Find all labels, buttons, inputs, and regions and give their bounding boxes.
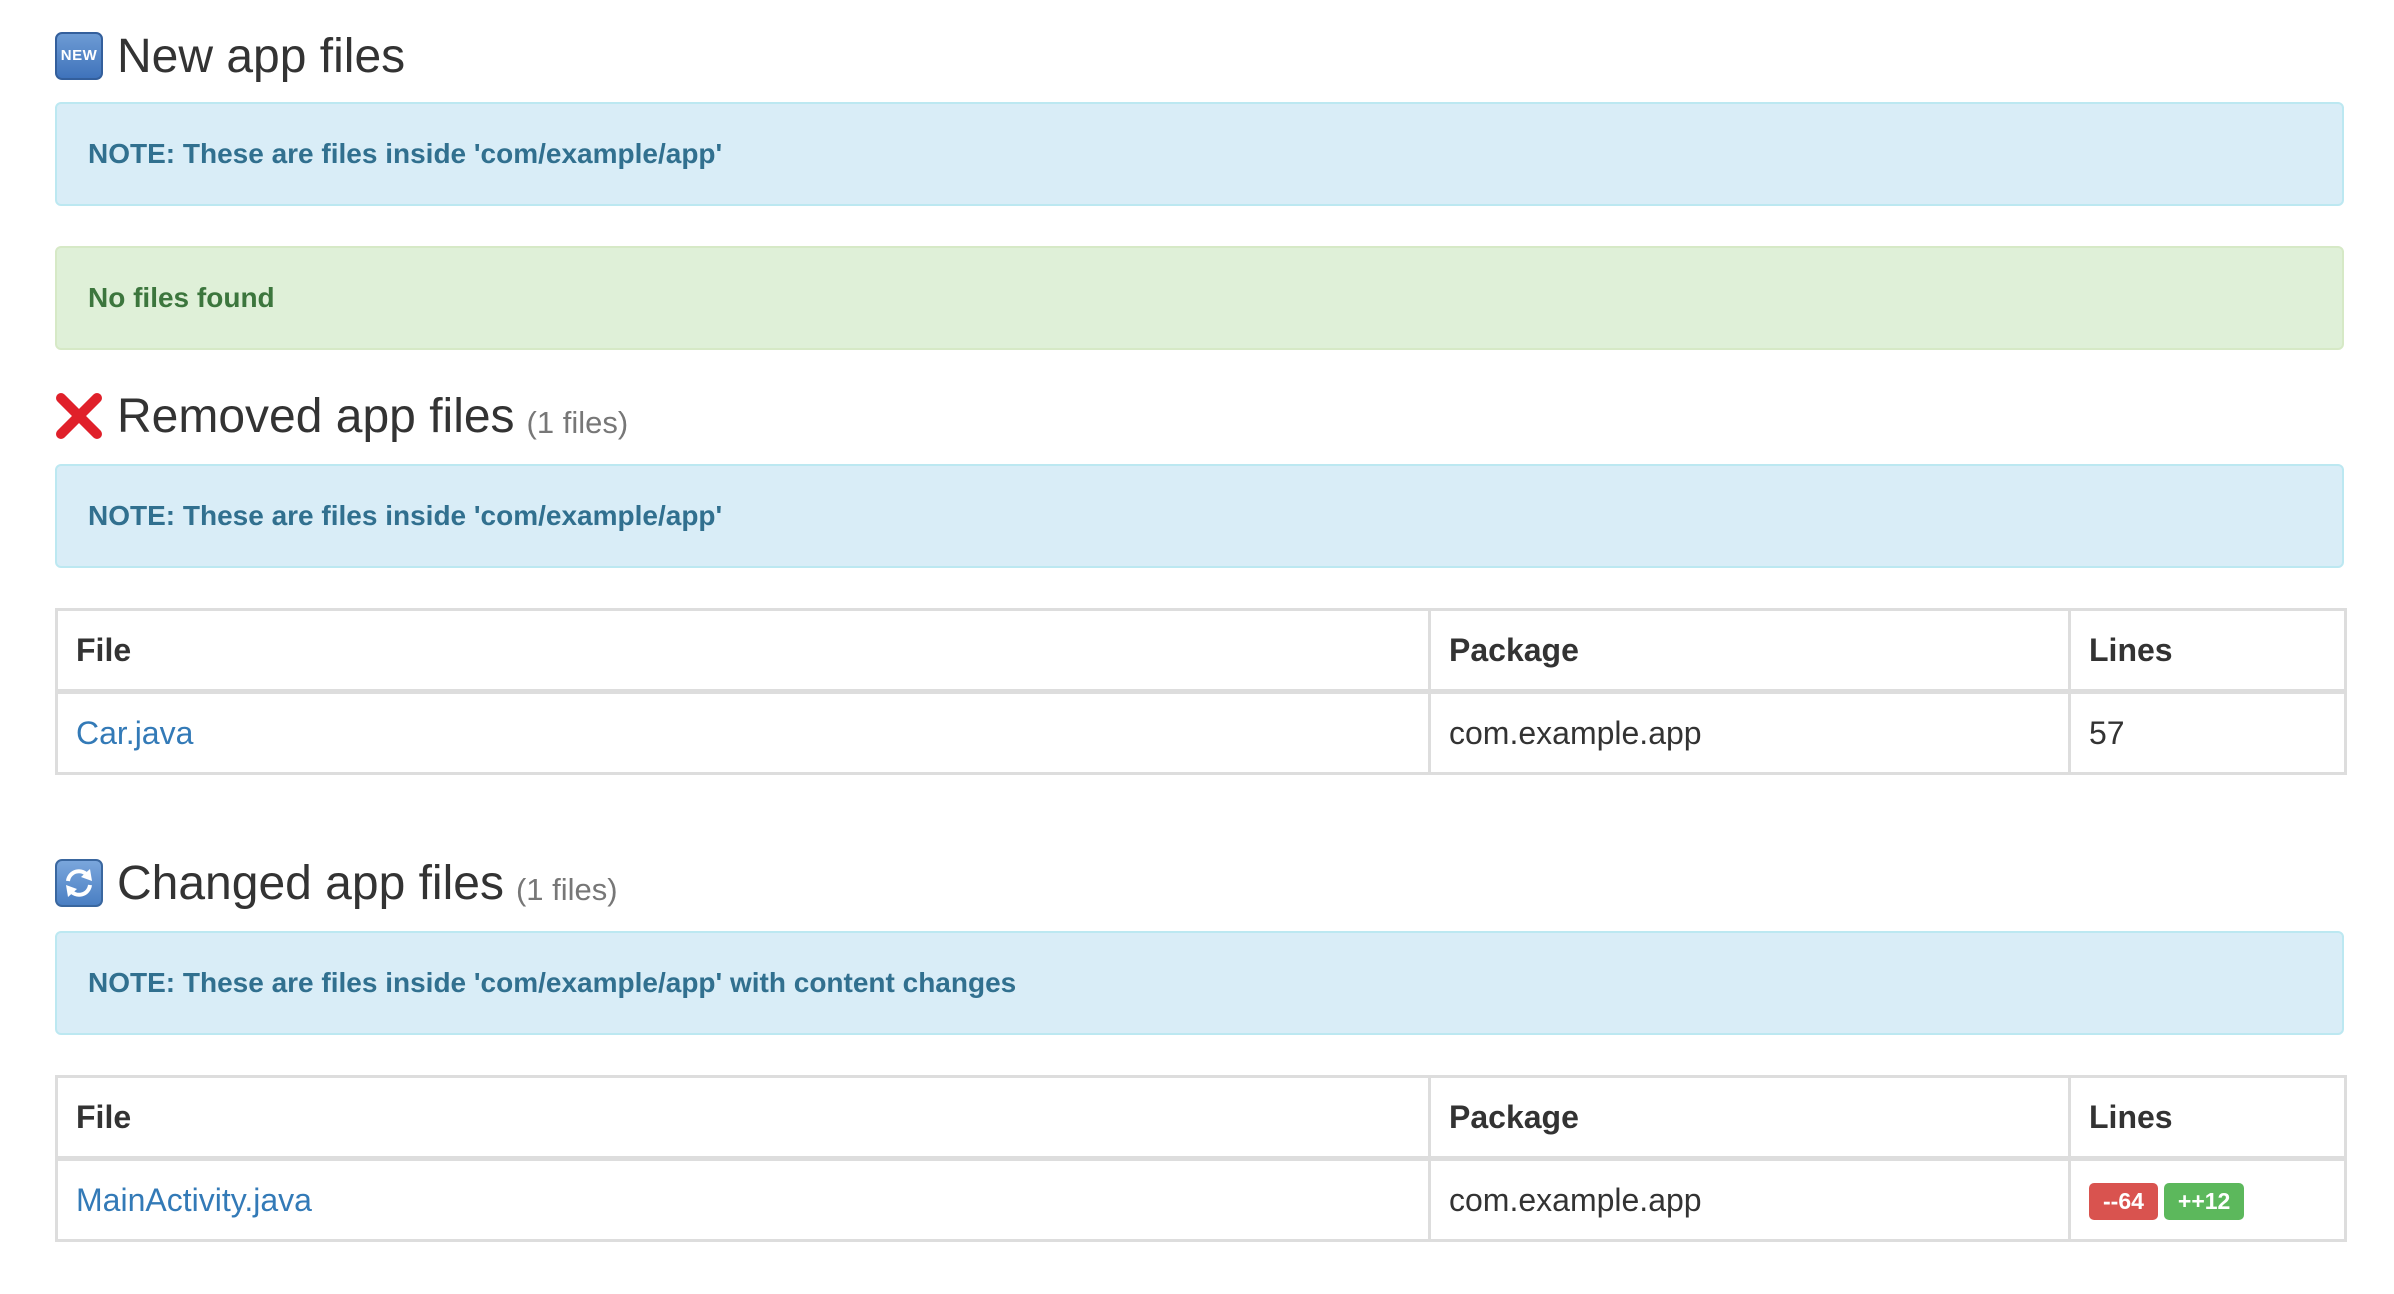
new-files-title: New app files [117,29,406,83]
removed-files-title: Removed app files [117,389,515,443]
cross-mark-icon [55,392,103,440]
package-cell: com.example.app [1428,690,2071,775]
changed-files-heading: Changed app files (1 files) [55,853,618,913]
removed-files-count: (1 files) [526,405,629,440]
removed-files-note: NOTE: These are files inside 'com/exampl… [55,464,2344,568]
column-header-package: Package [1428,1075,2071,1161]
file-cell: Car.java [55,690,1431,775]
changed-files-table: File Package Lines MainActivity.java com… [55,1075,2347,1242]
removed-files-note-text: NOTE: These are files inside 'com/exampl… [88,500,723,531]
changed-files-title: Changed app files [117,856,504,910]
file-link[interactable]: MainActivity.java [76,1182,312,1218]
table-header-row: File Package Lines [55,608,2347,694]
column-header-package: Package [1428,608,2071,694]
lines-cell: --64 ++12 [2068,1157,2347,1242]
table-row: MainActivity.java com.example.app --64 ++… [55,1157,2347,1242]
table-header-row: File Package Lines [55,1075,2347,1161]
no-files-text: No files found [88,282,275,313]
removed-lines-badge: --64 [2089,1182,2158,1220]
column-header-lines: Lines [2068,608,2347,694]
table-row: Car.java com.example.app 57 [55,690,2347,775]
lines-cell: 57 [2068,690,2347,775]
package-cell: com.example.app [1428,1157,2071,1242]
new-files-note-text: NOTE: These are files inside 'com/exampl… [88,138,723,169]
new-icon-label: NEW [60,47,98,64]
file-link[interactable]: Car.java [76,715,193,751]
removed-files-heading: Removed app files (1 files) [55,386,628,446]
new-files-heading: NEW New app files [55,26,405,86]
added-lines-badge: ++12 [2163,1182,2245,1220]
new-icon: NEW [55,32,103,80]
file-cell: MainActivity.java [55,1157,1431,1242]
no-files-alert: No files found [55,246,2344,350]
column-header-file: File [55,608,1431,694]
changed-files-note-text: NOTE: These are files inside 'com/exampl… [88,967,1017,998]
diff-report-page: NEW New app files NOTE: These are files … [0,0,2394,1294]
column-header-lines: Lines [2068,1075,2347,1161]
removed-files-table: File Package Lines Car.java com.example.… [55,608,2347,775]
changed-files-count: (1 files) [515,872,618,907]
changed-files-note: NOTE: These are files inside 'com/exampl… [55,931,2344,1035]
new-files-note: NOTE: These are files inside 'com/exampl… [55,102,2344,206]
column-header-file: File [55,1075,1431,1161]
refresh-icon [55,859,103,907]
